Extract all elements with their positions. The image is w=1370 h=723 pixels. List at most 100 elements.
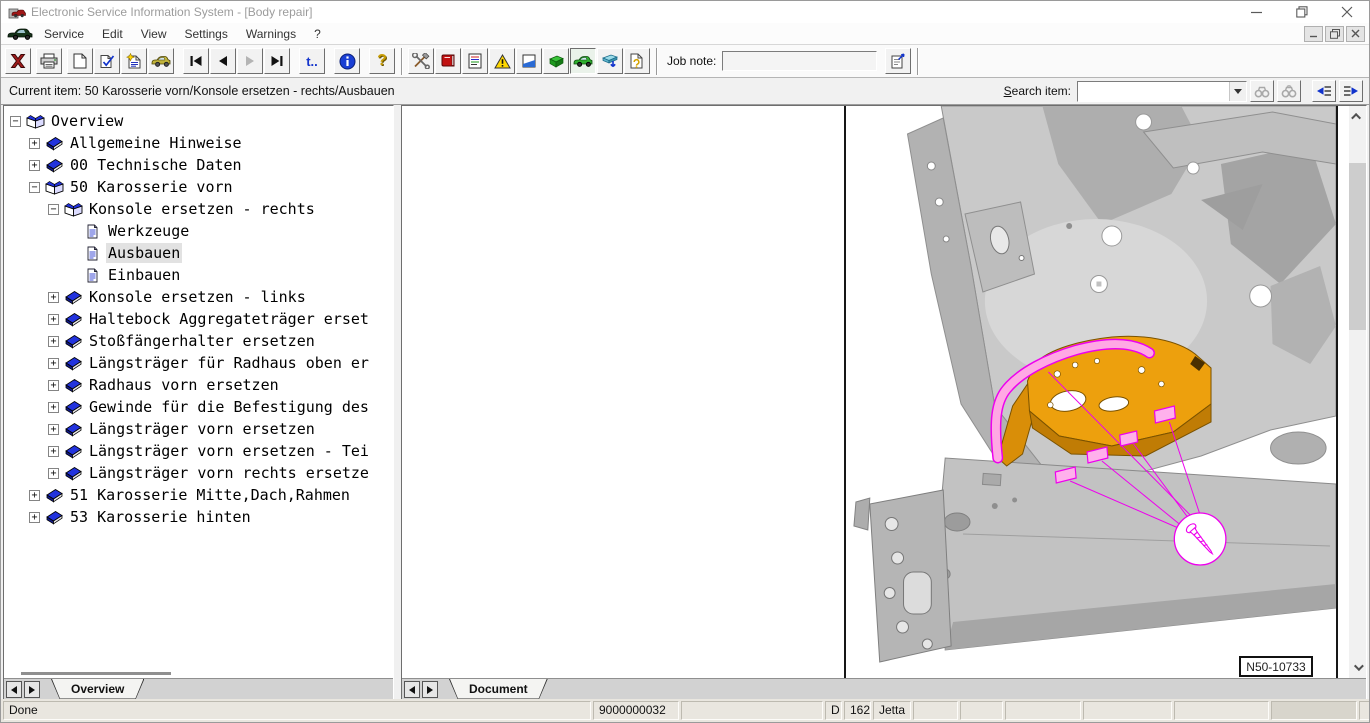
expander-minus-icon[interactable]: − [10, 116, 21, 127]
list-icon [468, 53, 482, 69]
search-item-combobox[interactable] [1077, 81, 1247, 102]
document-vertical-scrollbar[interactable] [1349, 106, 1366, 678]
tree-item[interactable]: +Gewinde für die Befestigung des [4, 396, 393, 418]
tree-item[interactable]: Einbauen [4, 264, 393, 286]
expander-plus-icon[interactable]: + [48, 446, 59, 457]
next-hit-button[interactable] [1339, 80, 1363, 102]
expander-plus-icon[interactable]: + [48, 424, 59, 435]
help-button[interactable]: ? [369, 48, 395, 74]
expander-plus-icon[interactable]: + [48, 468, 59, 479]
tree-horizontal-scrollbar[interactable] [4, 669, 393, 678]
tab-scroll-right-button[interactable] [422, 681, 438, 698]
expander-minus-icon[interactable]: − [29, 182, 40, 193]
find-button[interactable] [1250, 80, 1274, 102]
scrollbar-thumb[interactable] [21, 672, 171, 675]
tree-item[interactable]: +Konsole ersetzen - links [4, 286, 393, 308]
expander-plus-icon[interactable]: + [48, 336, 59, 347]
pane-splitter[interactable] [394, 105, 401, 701]
mdi-close-button[interactable] [1346, 26, 1365, 42]
info-button[interactable] [334, 48, 360, 74]
tree-item[interactable]: +Längsträger vorn ersetzen [4, 418, 393, 440]
previous-hit-button[interactable] [1312, 80, 1336, 102]
status-segment [913, 701, 958, 720]
expander-plus-icon[interactable]: + [48, 358, 59, 369]
tree-item[interactable]: +Längsträger vorn ersetzen - Tei [4, 440, 393, 462]
tree-item[interactable]: +Haltebock Aggregateträger erset [4, 308, 393, 330]
expander-plus-icon[interactable]: + [29, 512, 40, 523]
document-help-button[interactable] [624, 48, 650, 74]
fill-state-button[interactable] [516, 48, 542, 74]
list-button[interactable] [462, 48, 488, 74]
tree-item[interactable]: +Stoßfängerhalter ersetzen [4, 330, 393, 352]
expander-plus-icon[interactable]: + [29, 138, 40, 149]
expander-plus-icon[interactable]: + [48, 402, 59, 413]
tree-item[interactable]: +53 Karosserie hinten [4, 506, 393, 528]
properties-button[interactable] [885, 48, 911, 74]
t-jump-button[interactable]: t.. [299, 48, 325, 74]
find-next-button[interactable] [1277, 80, 1301, 102]
vehicle-button[interactable] [148, 48, 174, 74]
tree-item[interactable]: +51 Karosserie Mitte,Dach,Rahmen [4, 484, 393, 506]
search-item-input[interactable] [1078, 82, 1229, 101]
tree-item[interactable]: +Radhaus vorn ersetzen [4, 374, 393, 396]
print-icon [40, 53, 58, 69]
menu-help[interactable]: ? [305, 25, 330, 43]
properties-icon [890, 53, 906, 69]
scroll-down-button[interactable] [1349, 659, 1366, 676]
mdi-minimize-button[interactable] [1304, 26, 1323, 42]
tree-item[interactable]: −50 Karosserie vorn [4, 176, 393, 198]
tree-item[interactable]: +Allgemeine Hinweise [4, 132, 393, 154]
exit-button[interactable] [5, 48, 31, 74]
mdi-restore-button[interactable] [1325, 26, 1344, 42]
expander-plus-icon[interactable]: + [48, 380, 59, 391]
menu-settings[interactable]: Settings [176, 25, 237, 43]
search-dropdown-button[interactable] [1229, 82, 1246, 101]
menu-service[interactable]: Service [35, 25, 93, 43]
minimize-button[interactable] [1234, 1, 1279, 23]
job-note-input[interactable] [722, 51, 877, 71]
menu-warnings[interactable]: Warnings [237, 25, 305, 43]
expander-plus-icon[interactable]: + [29, 160, 40, 171]
warnings-button[interactable] [489, 48, 515, 74]
vehicle-menu-icon [7, 27, 33, 41]
expander-minus-icon[interactable]: − [48, 204, 59, 215]
close-button[interactable] [1324, 1, 1369, 23]
tab-scroll-right-button[interactable] [24, 681, 40, 698]
body-repair-button[interactable] [570, 48, 596, 74]
menu-edit[interactable]: Edit [93, 25, 132, 43]
status-segment: Jetta [873, 701, 911, 720]
new-note-button[interactable] [121, 48, 147, 74]
menu-view[interactable]: View [132, 25, 176, 43]
repair-manual-button[interactable] [435, 48, 461, 74]
new-document-button[interactable] [67, 48, 93, 74]
tree-item[interactable]: +Längsträger für Radhaus oben er [4, 352, 393, 374]
tools-button[interactable] [408, 48, 434, 74]
scroll-up-button[interactable] [1349, 108, 1366, 125]
tab-document[interactable]: Document [449, 679, 548, 700]
triangle-left-icon [11, 686, 17, 694]
tree-item[interactable]: +Längsträger vorn rechts ersetze [4, 462, 393, 484]
tree-item[interactable]: Ausbauen [4, 242, 393, 264]
book-icon [45, 136, 65, 151]
next-item-button[interactable] [237, 48, 263, 74]
tab-overview[interactable]: Overview [51, 679, 144, 700]
tree-item[interactable]: +00 Technische Daten [4, 154, 393, 176]
expander-plus-icon[interactable]: + [48, 292, 59, 303]
tab-scroll-left-button[interactable] [404, 681, 420, 698]
first-item-button[interactable] [183, 48, 209, 74]
lift-button[interactable] [597, 48, 623, 74]
tree-item[interactable]: −Konsole ersetzen - rechts [4, 198, 393, 220]
tab-scroll-left-button[interactable] [6, 681, 22, 698]
print-button[interactable] [36, 48, 62, 74]
document-icon [83, 268, 103, 283]
edit-document-button[interactable] [94, 48, 120, 74]
previous-item-button[interactable] [210, 48, 236, 74]
expander-plus-icon[interactable]: + [48, 314, 59, 325]
scrollbar-thumb[interactable] [1349, 163, 1366, 330]
spare-part-button[interactable] [543, 48, 569, 74]
tree-item[interactable]: Werkzeuge [4, 220, 393, 242]
last-item-button[interactable] [264, 48, 290, 74]
tree-item[interactable]: −Overview [4, 110, 393, 132]
expander-plus-icon[interactable]: + [29, 490, 40, 501]
maximize-button[interactable] [1279, 1, 1324, 23]
